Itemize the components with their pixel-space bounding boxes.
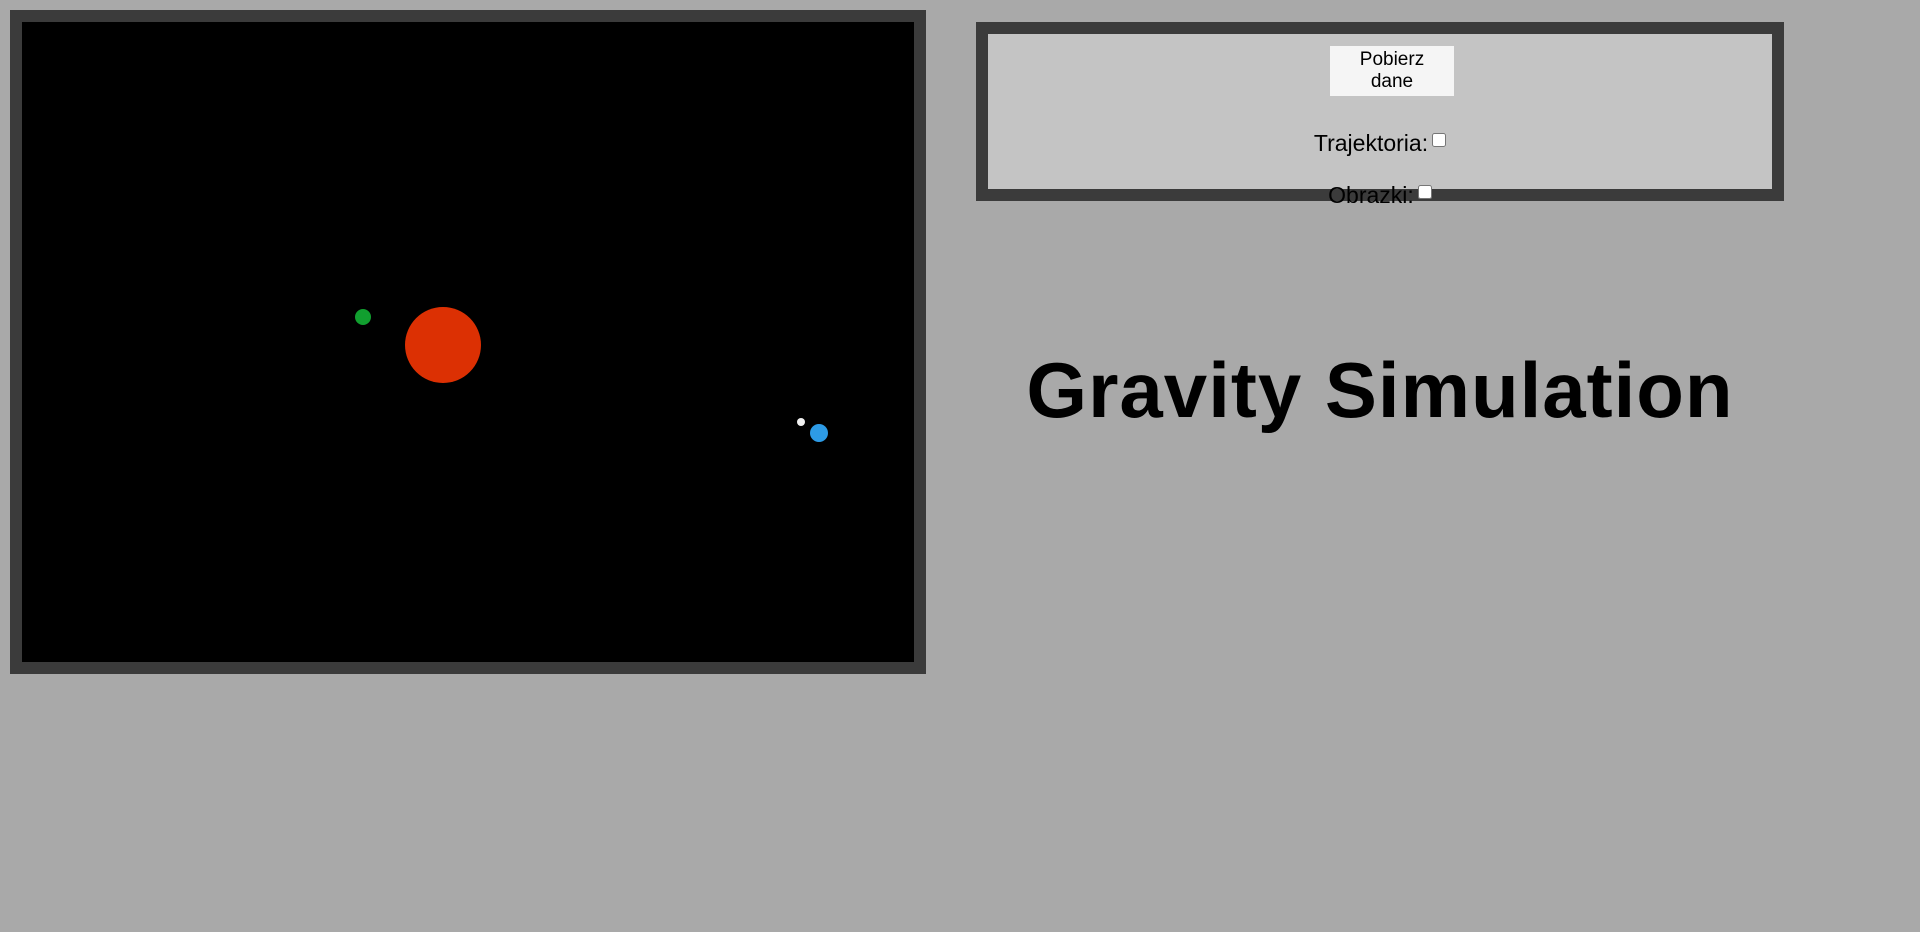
simulation-canvas[interactable] [22,22,914,662]
red-sun [405,307,481,383]
images-row: Obrazki: [988,182,1772,209]
simulation-canvas-frame [10,10,926,674]
page: Pobierz dane Trajektoria: Obrazki: Gravi… [0,0,1920,932]
white-moon [797,418,805,426]
images-checkbox[interactable] [1417,185,1432,199]
trajectory-checkbox[interactable] [1432,133,1447,147]
trajectory-row: Trajektoria: [988,130,1772,157]
trajectory-label: Trajektoria: [1313,130,1429,156]
controls-panel: Pobierz dane Trajektoria: Obrazki: [976,22,1784,208]
fetch-data-button[interactable]: Pobierz dane [1330,46,1454,96]
page-title: Gravity Simulation [1026,346,1734,434]
images-label: Obrazki: [1328,182,1414,208]
blue-planet [810,424,828,442]
green-planet [355,309,371,325]
